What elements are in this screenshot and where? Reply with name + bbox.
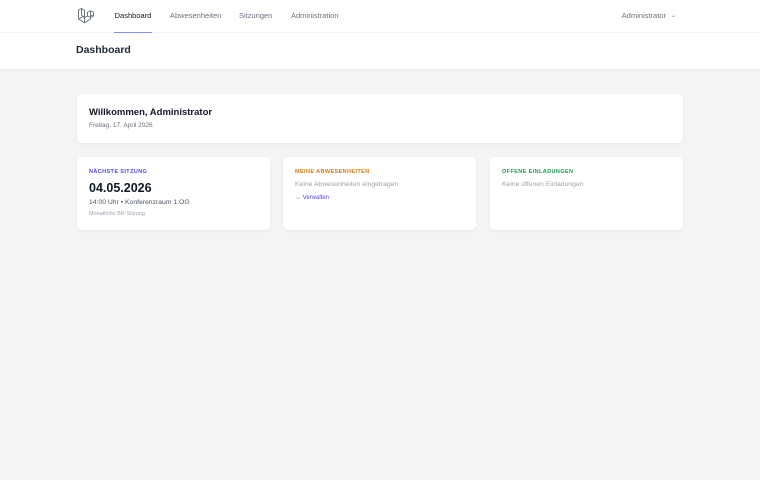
welcome-title: Willkommen, Administrator [89, 107, 213, 118]
welcome-card: Willkommen, Administrator Freitag, 17. A… [77, 94, 683, 143]
absences-heading: MEINE ABWESENHEITEN [295, 169, 370, 175]
next-meeting-time-place: 14:00 Uhr • Konferenzraum 1.OG [89, 199, 190, 206]
nav-item-dashboard[interactable]: Dashboard [114, 0, 152, 33]
next-meeting-date: 04.05.2026 [89, 181, 152, 195]
user-name: Administrator [621, 11, 666, 20]
user-menu[interactable]: Administrator ⌄ [622, 0, 676, 33]
next-meeting-description: Monatliche BR-Sitzung [89, 211, 145, 217]
nav-item-administration[interactable]: Administration [291, 0, 339, 33]
chevron-down-icon: ⌄ [670, 13, 676, 19]
invitations-empty-text: Keine offenen Einladungen [502, 181, 584, 188]
invitations-heading: OFFENE EINLADUNGEN [502, 169, 574, 175]
top-navigation: Dashboard Abwesenheiten Sitzungen Admini… [0, 0, 760, 33]
absences-card: MEINE ABWESENHEITEN Keine Abwesenheiten … [283, 157, 476, 230]
next-meeting-heading: NÄCHSTE SITZUNG [89, 169, 148, 175]
laravel-logo-icon[interactable] [77, 7, 95, 25]
invitations-card: OFFENE EINLADUNGEN Keine offenen Einladu… [490, 157, 683, 230]
page-header: Dashboard [0, 33, 760, 69]
next-meeting-card: NÄCHSTE SITZUNG 04.05.2026 14:00 Uhr • K… [77, 157, 270, 230]
nav-item-sitzungen[interactable]: Sitzungen [239, 0, 272, 33]
welcome-date: Freitag, 17. April 2026 [89, 122, 153, 129]
absences-empty-text: Keine Abwesenheiten eingetragen [295, 181, 399, 188]
manage-absences-link[interactable]: → Verwalten [295, 195, 329, 201]
nav-item-abwesenheiten[interactable]: Abwesenheiten [170, 0, 221, 33]
page-title: Dashboard [76, 44, 131, 56]
